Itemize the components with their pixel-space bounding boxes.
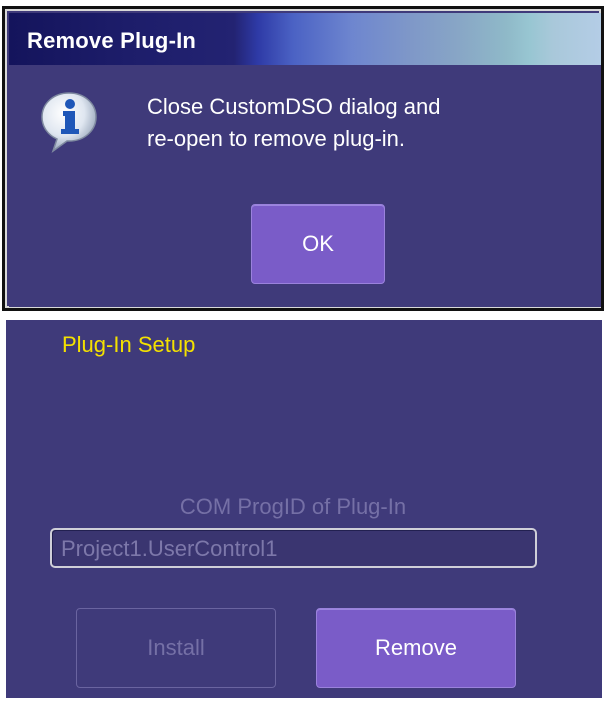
remove-plugin-dialog: Remove Plug-In Close CustomDSO dialog an… [2,6,604,311]
info-icon [39,89,99,155]
progid-input[interactable]: Project1.UserControl1 [50,528,537,568]
progid-label: COM ProgID of Plug-In [179,494,407,519]
screen: Remove Plug-In Close CustomDSO dialog an… [0,0,608,701]
plugin-setup-panel: Plug-In Setup COM ProgID of Plug-In Proj… [6,320,602,698]
ok-button[interactable]: OK [251,204,385,284]
dialog-titlebar[interactable]: Remove Plug-In [9,13,601,65]
dialog-message: Close CustomDSO dialog and re-open to re… [147,91,440,155]
dialog-message-line-1: Close CustomDSO dialog and [147,94,441,119]
dialog-message-line-2: re-open to remove plug-in. [147,126,406,151]
dialog-body: Close CustomDSO dialog and re-open to re… [9,65,601,307]
dialog-title: Remove Plug-In [27,28,197,53]
install-button[interactable]: Install [76,608,276,688]
remove-button[interactable]: Remove [316,608,516,688]
plugin-setup-title: Plug-In Setup [62,332,196,357]
